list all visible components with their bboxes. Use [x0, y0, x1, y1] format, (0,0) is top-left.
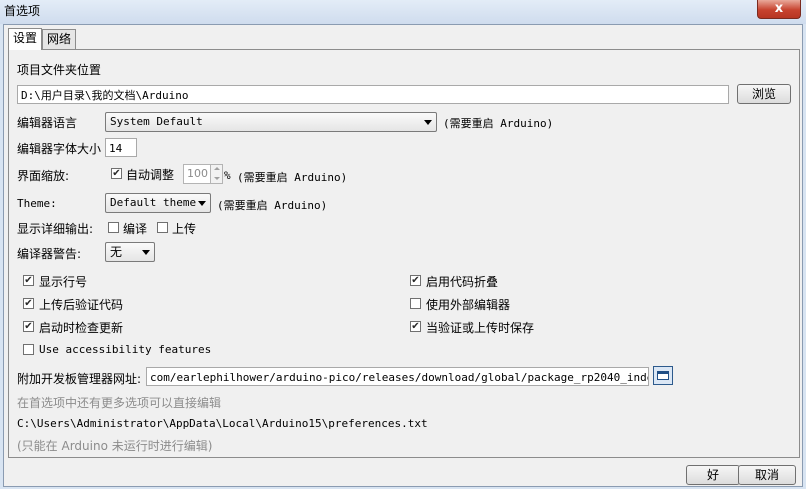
browse-button[interactable]: 浏览 — [737, 84, 791, 104]
external-editor-checkbox[interactable] — [410, 298, 421, 309]
preferences-dialog: 设置 网络 项目文件夹位置 D:\用户目录\我的文档\Arduino 浏览 编辑… — [3, 24, 803, 487]
compiler-warnings-label: 编译器警告: — [17, 247, 82, 261]
board-urls-input[interactable]: com/earlephilhower/arduino-pico/releases… — [146, 367, 649, 386]
save-on-verify-label: 当验证或上传时保存 — [426, 321, 535, 335]
interface-scale-note: (需要重启 Arduino) — [237, 171, 348, 184]
editor-language-value: System Default — [110, 115, 203, 128]
chevron-down-icon — [198, 201, 206, 206]
sketchbook-path-input[interactable]: D:\用户目录\我的文档\Arduino — [17, 85, 729, 104]
code-folding-checkbox[interactable] — [410, 275, 421, 286]
save-on-verify-checkbox[interactable] — [410, 321, 421, 332]
settings-panel: 项目文件夹位置 D:\用户目录\我的文档\Arduino 浏览 编辑器语言 Sy… — [8, 49, 800, 458]
font-size-label: 编辑器字体大小 — [17, 142, 102, 156]
check-updates-label: 启动时检查更新 — [39, 321, 124, 335]
compiler-warnings-select[interactable]: 无 — [105, 242, 155, 262]
auto-scale-label: 自动调整 — [126, 168, 175, 182]
window-title: 首选项 — [4, 4, 41, 18]
verify-after-upload-checkbox[interactable] — [23, 298, 34, 309]
spinner-down-icon[interactable] — [210, 174, 222, 183]
scale-percent: % — [224, 169, 231, 182]
window-icon — [657, 371, 669, 380]
verify-after-upload-label: 上传后验证代码 — [39, 298, 124, 312]
editor-language-select[interactable]: System Default — [105, 112, 437, 132]
editor-language-note: (需要重启 Arduino) — [443, 117, 554, 130]
auto-scale-checkbox[interactable] — [111, 168, 122, 179]
close-button[interactable]: x — [757, 0, 801, 19]
accessibility-label: Use accessibility features — [39, 343, 212, 356]
prefs-file-path[interactable]: C:\Users\Administrator\AppData\Local\Ard… — [17, 417, 428, 430]
verbose-upload-checkbox[interactable] — [157, 222, 168, 233]
more-prefs-note: 在首选项中还有更多选项可以直接编辑 — [17, 396, 222, 410]
show-line-numbers-label: 显示行号 — [39, 275, 88, 289]
font-size-input[interactable]: 14 — [105, 138, 137, 157]
interface-scale-label: 界面缩放: — [17, 169, 70, 183]
theme-note: (需要重启 Arduino) — [217, 199, 328, 212]
scale-spinner[interactable]: 100 — [183, 164, 223, 184]
title-bar: 首选项 x — [0, 0, 806, 24]
close-icon: x — [774, 1, 784, 16]
theme-value: Default theme — [110, 196, 197, 209]
verbose-compile-label: 编译 — [123, 222, 148, 236]
verbose-compile-checkbox[interactable] — [108, 222, 119, 233]
external-editor-label: 使用外部编辑器 — [426, 298, 511, 312]
scale-value: 100 — [187, 167, 208, 180]
tab-settings[interactable]: 设置 — [8, 28, 43, 50]
show-line-numbers-checkbox[interactable] — [23, 275, 34, 286]
chevron-down-icon — [424, 120, 432, 125]
accessibility-checkbox[interactable] — [23, 344, 34, 355]
chevron-down-icon — [142, 250, 150, 255]
code-folding-label: 启用代码折叠 — [426, 275, 499, 289]
editor-language-label: 编辑器语言 — [17, 116, 78, 130]
board-urls-label: 附加开发板管理器网址: — [17, 372, 142, 386]
compiler-warnings-value: 无 — [110, 245, 123, 259]
ok-button[interactable]: 好 — [686, 465, 740, 485]
theme-label: Theme: — [17, 197, 57, 210]
edit-note: (只能在 Arduino 未运行时进行编辑) — [17, 439, 213, 453]
theme-select[interactable]: Default theme — [105, 193, 211, 213]
sketchbook-label: 项目文件夹位置 — [17, 63, 102, 77]
verbose-output-label: 显示详细输出: — [17, 222, 94, 236]
tab-network[interactable]: 网络 — [42, 29, 77, 49]
cancel-button[interactable]: 取消 — [738, 465, 796, 485]
check-updates-checkbox[interactable] — [23, 321, 34, 332]
edit-urls-button[interactable] — [653, 366, 673, 385]
verbose-upload-label: 上传 — [172, 222, 197, 236]
